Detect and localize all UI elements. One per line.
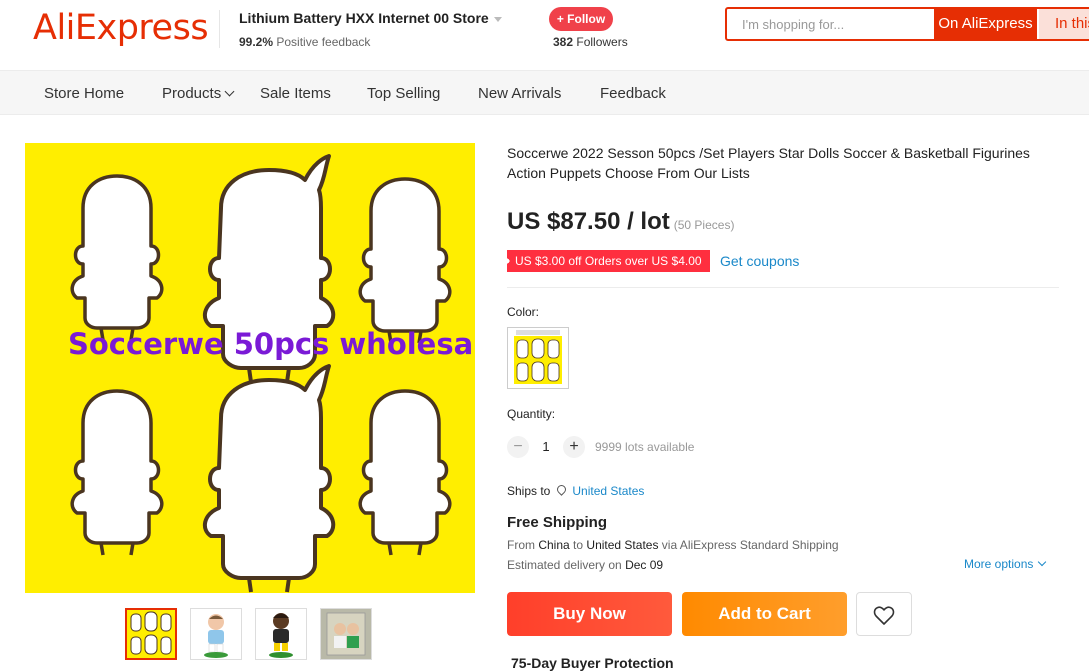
store-name-text: Lithium Battery HXX Internet 00 Store (239, 10, 489, 26)
store-nav: Store Home Products Sale Items Top Selli… (0, 70, 1089, 115)
figurine-thumb-image (256, 609, 306, 659)
nav-products[interactable]: Products (162, 71, 235, 114)
quantity-value[interactable]: 1 (540, 439, 552, 454)
thumbnail-2[interactable] (190, 608, 242, 660)
store-name[interactable]: Lithium Battery HXX Internet 00 Store (239, 10, 502, 26)
aliexpress-logo[interactable]: AliExpress (33, 8, 209, 48)
figurine-box-thumb-image (321, 609, 371, 659)
search-box: On AliExpress In this store (725, 7, 1089, 41)
color-label: Color: (507, 305, 540, 319)
nav-top-selling[interactable]: Top Selling (367, 71, 440, 114)
more-shipping-options-link[interactable]: More options (964, 557, 1047, 571)
quantity-increase-button[interactable]: + (563, 436, 585, 458)
coupon-badge: US $3.00 off Orders over US $4.00 (507, 250, 714, 272)
ship-via: via AliExpress Standard Shipping (661, 538, 839, 552)
main-product-image[interactable]: Soccerwe 50pcs wholesales (25, 143, 475, 593)
shipping-route: From China to United States via AliExpre… (507, 538, 839, 552)
available-stock: 9999 lots available (595, 440, 695, 454)
heart-icon (873, 606, 895, 625)
feedback-percent: 99.2% (239, 35, 274, 49)
nav-products-label: Products (162, 85, 222, 102)
delivery-date: Dec 09 (625, 558, 664, 572)
ship-to-word: to (573, 538, 584, 552)
color-swatch-image (508, 328, 568, 388)
add-to-cart-button[interactable]: Add to Cart (682, 592, 847, 636)
nav-store-home[interactable]: Store Home (44, 71, 124, 114)
color-option-1[interactable] (507, 327, 569, 389)
chevron-down-icon (1038, 557, 1047, 567)
delivery-prefix: Estimated delivery on (507, 558, 622, 572)
wishlist-button[interactable] (856, 592, 912, 636)
product-title: Soccerwe 2022 Sesson 50pcs /Set Players … (507, 145, 1030, 181)
location-pin-icon (555, 483, 569, 496)
figurine-outlines-thumb (127, 610, 175, 658)
chevron-down-icon (224, 86, 235, 97)
quantity-decrease-button[interactable]: − (507, 436, 529, 458)
ship-to: United States (586, 538, 659, 552)
chevron-down-icon[interactable] (493, 16, 502, 22)
search-input[interactable] (727, 9, 933, 39)
nav-new-arrivals[interactable]: New Arrivals (478, 71, 561, 114)
ships-to-label: Ships to (507, 484, 551, 498)
buy-now-button[interactable]: Buy Now (507, 592, 672, 636)
store-feedback: 99.2% Positive feedback (239, 35, 370, 49)
section-divider (507, 287, 1059, 288)
figurine-thumb-image (191, 609, 241, 659)
header-divider (219, 10, 220, 48)
ships-to: Ships to United States (507, 483, 644, 498)
thumbnail-1[interactable] (125, 608, 177, 660)
followers-label: Followers (576, 35, 628, 49)
followers-count: 382 (553, 35, 574, 49)
buyer-protection: 75-Day Buyer Protection (511, 655, 674, 671)
search-on-aliexpress-button[interactable]: On AliExpress (934, 9, 1037, 39)
ship-from-prefix: From (507, 538, 535, 552)
feedback-label: Positive feedback (276, 35, 371, 49)
follow-button[interactable]: + Follow (549, 7, 613, 31)
nav-feedback[interactable]: Feedback (600, 71, 666, 114)
more-options-label: More options (964, 557, 1034, 571)
get-coupons-link[interactable]: Get coupons (720, 253, 799, 269)
ship-from: China (538, 538, 570, 552)
product-price: US $87.50 / lot (50 Pieces) (507, 208, 734, 236)
quantity-label: Quantity: (507, 407, 556, 421)
search-in-store-button[interactable]: In this store (1039, 9, 1089, 39)
free-shipping-title: Free Shipping (507, 514, 608, 531)
price-value: US $87.50 / lot (507, 208, 670, 235)
thumbnail-3[interactable] (255, 608, 307, 660)
image-watermark: Soccerwe 50pcs wholesales (68, 327, 475, 361)
estimated-delivery: Estimated delivery on Dec 09 (507, 558, 663, 572)
nav-sale-items[interactable]: Sale Items (260, 71, 331, 114)
thumbnail-4[interactable] (320, 608, 372, 660)
followers: 382 Followers (553, 35, 628, 49)
figurine-outlines-image (70, 154, 452, 593)
price-unit: (50 Pieces) (673, 218, 735, 232)
ships-to-country[interactable]: United States (572, 484, 644, 498)
